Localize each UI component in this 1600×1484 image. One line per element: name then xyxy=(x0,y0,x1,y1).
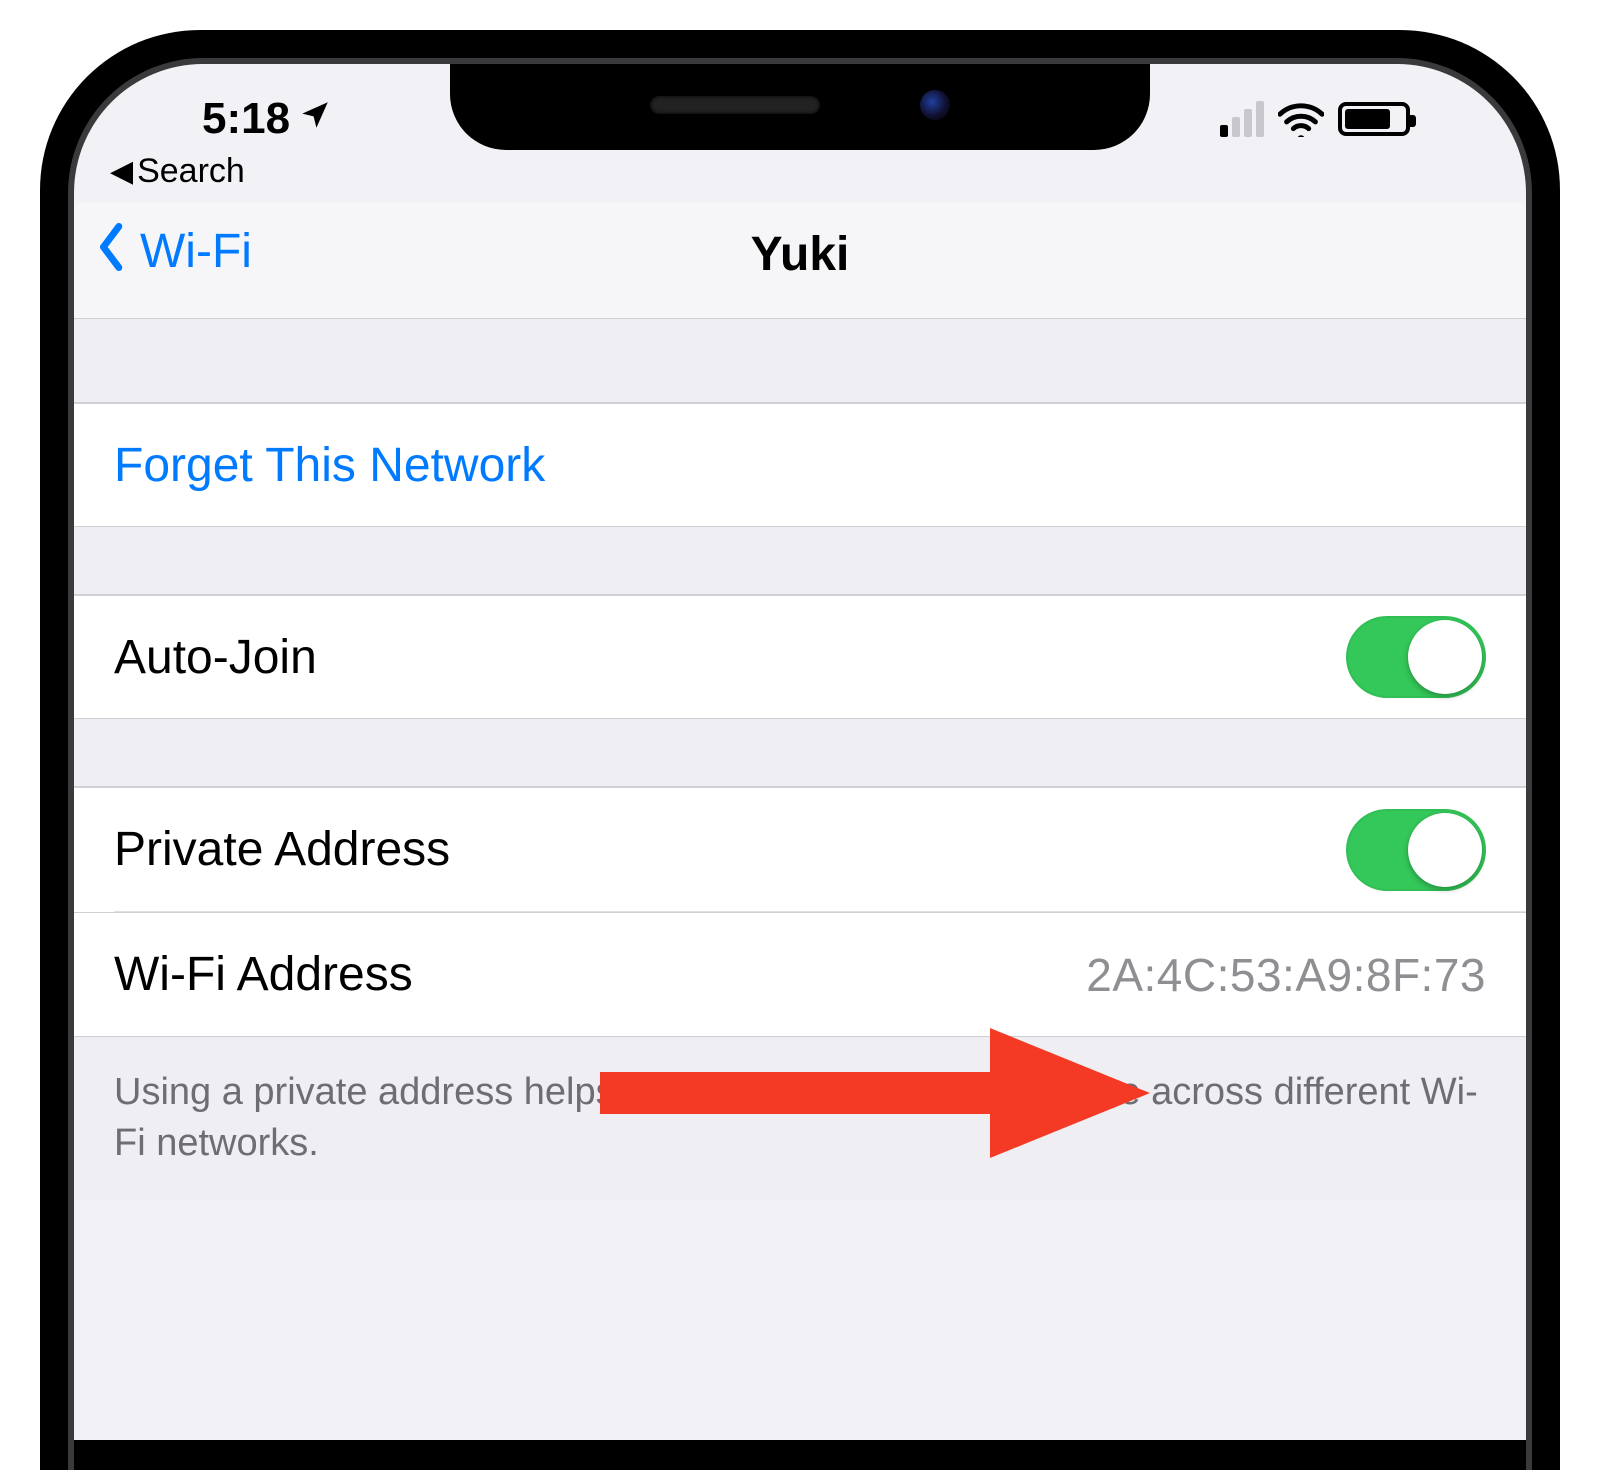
cell-label: Wi-Fi Address xyxy=(114,947,413,1002)
screen: 5:18 xyxy=(70,60,1530,1440)
front-camera xyxy=(920,90,950,120)
chevron-left-icon xyxy=(94,221,130,281)
auto-join-row: Auto-Join xyxy=(70,595,1530,719)
notch xyxy=(450,60,1150,150)
status-time: 5:18 xyxy=(202,94,290,144)
section-spacer xyxy=(70,719,1530,787)
wifi-address-row: Wi-Fi Address 2A:4C:53:A9:8F:73 xyxy=(70,913,1530,1037)
back-label: Wi-Fi xyxy=(140,224,252,279)
cellular-signal-icon xyxy=(1220,101,1264,137)
nav-bar: Wi-Fi Yuki xyxy=(70,203,1530,319)
speaker-grille xyxy=(650,96,820,114)
breadcrumb-label: Search xyxy=(137,152,245,191)
cell-label: Auto-Join xyxy=(114,630,317,685)
private-address-row: Private Address xyxy=(70,787,1530,911)
auto-join-toggle[interactable] xyxy=(1346,616,1486,698)
section-spacer xyxy=(70,319,1530,403)
private-address-toggle[interactable] xyxy=(1346,809,1486,891)
cell-label: Forget This Network xyxy=(114,438,545,493)
back-button[interactable]: Wi-Fi xyxy=(94,221,252,281)
section-footer-text: Using a private address helps reduce tra… xyxy=(70,1037,1530,1200)
wifi-icon xyxy=(1278,101,1324,137)
section-spacer xyxy=(70,527,1530,595)
location-services-icon xyxy=(298,98,332,141)
wifi-address-value: 2A:4C:53:A9:8F:73 xyxy=(1086,948,1486,1002)
battery-icon xyxy=(1338,102,1410,136)
back-to-app-breadcrumb[interactable]: ◀ Search xyxy=(70,150,1530,203)
chevron-left-icon: ◀ xyxy=(110,154,133,189)
page-title: Yuki xyxy=(751,203,850,282)
phone-frame: 5:18 xyxy=(40,30,1560,1470)
forget-network-button[interactable]: Forget This Network xyxy=(70,403,1530,527)
cell-label: Private Address xyxy=(114,822,450,877)
